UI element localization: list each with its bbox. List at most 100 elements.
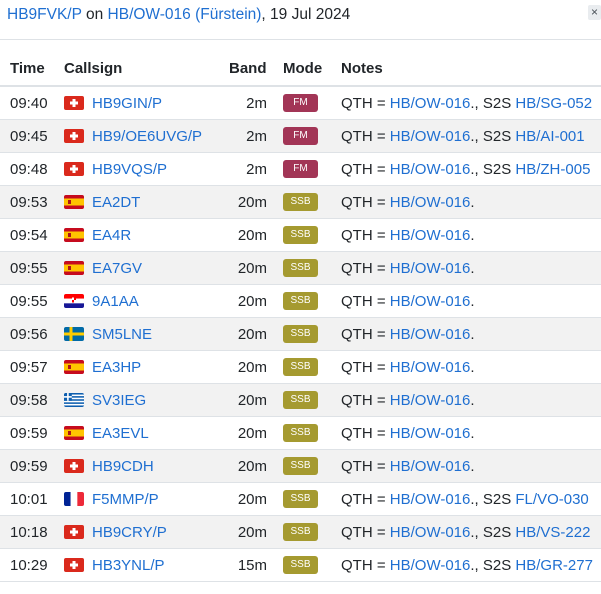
qth-summit-link[interactable]: HB/OW-016: [390, 227, 471, 244]
column-header-band: Band: [219, 52, 283, 87]
qso-band: 15m: [219, 548, 283, 582]
table-row: 09:58 SV3IEG 20m SSB QTH = HB/OW-016.: [0, 383, 601, 417]
s2s-label: , S2S: [474, 523, 516, 541]
qth-label: QTH =: [341, 358, 390, 376]
qso-time: 09:59: [0, 449, 64, 483]
mode-badge: SSB: [283, 490, 318, 508]
qso-time: 09:48: [0, 152, 64, 186]
es-flag-icon: [64, 194, 84, 209]
qso-band: 20m: [219, 416, 283, 450]
callsign-cell: EA4R: [64, 218, 219, 252]
callsign-link[interactable]: SV3IEG: [92, 392, 146, 409]
mode-cell: SSB: [283, 482, 341, 516]
qso-time: 09:56: [0, 317, 64, 351]
mode-badge: SSB: [283, 358, 318, 376]
qth-summit-link[interactable]: HB/OW-016: [390, 95, 471, 112]
s2s-label: , S2S: [474, 127, 516, 145]
callsign-link[interactable]: SM5LNE: [92, 326, 152, 343]
callsign-link[interactable]: EA4R: [92, 227, 131, 244]
qth-label: QTH =: [341, 292, 390, 310]
qth-summit-link[interactable]: HB/OW-016: [390, 491, 471, 508]
table-row: 09:56 SM5LNE 20m SSB QTH = HB/OW-016.: [0, 317, 601, 351]
callsign-link[interactable]: HB3YNL/P: [92, 557, 165, 574]
qth-summit-link[interactable]: HB/OW-016: [390, 293, 471, 310]
fr-flag-icon: [64, 491, 84, 506]
qth-summit-link[interactable]: HB/OW-016: [390, 161, 471, 178]
qth-summit-link[interactable]: HB/OW-016: [390, 458, 471, 475]
qso-band: 2m: [219, 152, 283, 186]
s2s-summit-link[interactable]: HB/GR-277: [515, 557, 593, 574]
qth-summit-link[interactable]: HB/OW-016: [390, 128, 471, 145]
s2s-summit-link[interactable]: FL/VO-030: [515, 491, 588, 508]
qth-summit-link[interactable]: HB/OW-016: [390, 326, 471, 343]
callsign-link[interactable]: EA3HP: [92, 359, 141, 376]
qth-summit-link[interactable]: HB/OW-016: [390, 557, 471, 574]
qth-summit-link[interactable]: HB/OW-016: [390, 260, 471, 277]
gr-flag-icon: [64, 392, 84, 407]
callsign-cell: HB9/OE6UVG/P: [64, 119, 219, 153]
qso-time: 10:18: [0, 515, 64, 549]
callsign-cell: F5MMP/P: [64, 482, 219, 516]
callsign-link[interactable]: 9A1AA: [92, 293, 139, 310]
qth-dot: .: [470, 358, 475, 376]
s2s-label: , S2S: [474, 490, 516, 508]
s2s-summit-link[interactable]: HB/ZH-005: [515, 161, 590, 178]
qth-label: QTH =: [341, 160, 390, 178]
mode-cell: SSB: [283, 185, 341, 219]
mode-cell: FM: [283, 86, 341, 120]
activator-link[interactable]: HB9FVK/P: [7, 6, 82, 23]
qth-summit-link[interactable]: HB/OW-016: [390, 425, 471, 442]
callsign-link[interactable]: EA3EVL: [92, 425, 149, 442]
qth-label: QTH =: [341, 457, 390, 475]
mode-badge: SSB: [283, 226, 318, 244]
callsign-link[interactable]: EA7GV: [92, 260, 142, 277]
notes-cell: QTH = HB/OW-016.: [341, 317, 601, 351]
qth-summit-link[interactable]: HB/OW-016: [390, 359, 471, 376]
callsign-link[interactable]: HB9CRY/P: [92, 524, 167, 541]
s2s-summit-link[interactable]: HB/AI-001: [515, 128, 584, 145]
qth-summit-link[interactable]: HB/OW-016: [390, 194, 471, 211]
qso-time: 09:58: [0, 383, 64, 417]
qth-summit-link[interactable]: HB/OW-016: [390, 392, 471, 409]
qth-dot: .: [470, 424, 475, 442]
notes-cell: QTH = HB/OW-016., S2S HB/AI-001: [341, 119, 601, 153]
es-flag-icon: [64, 260, 84, 275]
s2s-summit-link[interactable]: HB/SG-052: [515, 95, 592, 112]
mode-cell: SSB: [283, 251, 341, 285]
mode-cell: FM: [283, 119, 341, 153]
s2s-summit-link[interactable]: HB/VS-222: [515, 524, 590, 541]
summit-link[interactable]: HB/OW-016 (Fürstein): [108, 6, 262, 23]
qso-band: 20m: [219, 284, 283, 318]
notes-cell: QTH = HB/OW-016.: [341, 185, 601, 219]
callsign-link[interactable]: HB9GIN/P: [92, 95, 162, 112]
callsign-link[interactable]: EA2DT: [92, 194, 140, 211]
callsign-link[interactable]: F5MMP/P: [92, 491, 159, 508]
qso-log-dialog: HB9FVK/P on HB/OW-016 (Fürstein), 19 Jul…: [0, 0, 601, 594]
ch-flag-icon: [64, 458, 84, 473]
callsign-cell: HB9CRY/P: [64, 515, 219, 549]
ch-flag-icon: [64, 95, 84, 110]
qso-time: 09:53: [0, 185, 64, 219]
mode-cell: SSB: [283, 218, 341, 252]
qso-band: 20m: [219, 350, 283, 384]
table-row: 09:59 HB9CDH 20m SSB QTH = HB/OW-016.: [0, 449, 601, 483]
qth-dot: .: [470, 391, 475, 409]
callsign-link[interactable]: HB9/OE6UVG/P: [92, 128, 202, 145]
notes-cell: QTH = HB/OW-016.: [341, 383, 601, 417]
mode-badge: FM: [283, 127, 318, 145]
callsign-link[interactable]: HB9VQS/P: [92, 161, 167, 178]
callsign-link[interactable]: HB9CDH: [92, 458, 154, 475]
callsign-cell: SM5LNE: [64, 317, 219, 351]
es-flag-icon: [64, 359, 84, 374]
s2s-label: , S2S: [474, 160, 516, 178]
qso-band: 20m: [219, 185, 283, 219]
s2s-label: , S2S: [474, 94, 516, 112]
s2s-label: , S2S: [474, 556, 516, 574]
callsign-cell: HB9GIN/P: [64, 86, 219, 120]
notes-cell: QTH = HB/OW-016., S2S FL/VO-030: [341, 482, 601, 516]
se-flag-icon: [64, 326, 84, 341]
mode-cell: SSB: [283, 416, 341, 450]
close-button[interactable]: ×: [588, 5, 601, 20]
qth-summit-link[interactable]: HB/OW-016: [390, 524, 471, 541]
table-row: 09:53 EA2DT 20m SSB QTH = HB/OW-016.: [0, 185, 601, 219]
